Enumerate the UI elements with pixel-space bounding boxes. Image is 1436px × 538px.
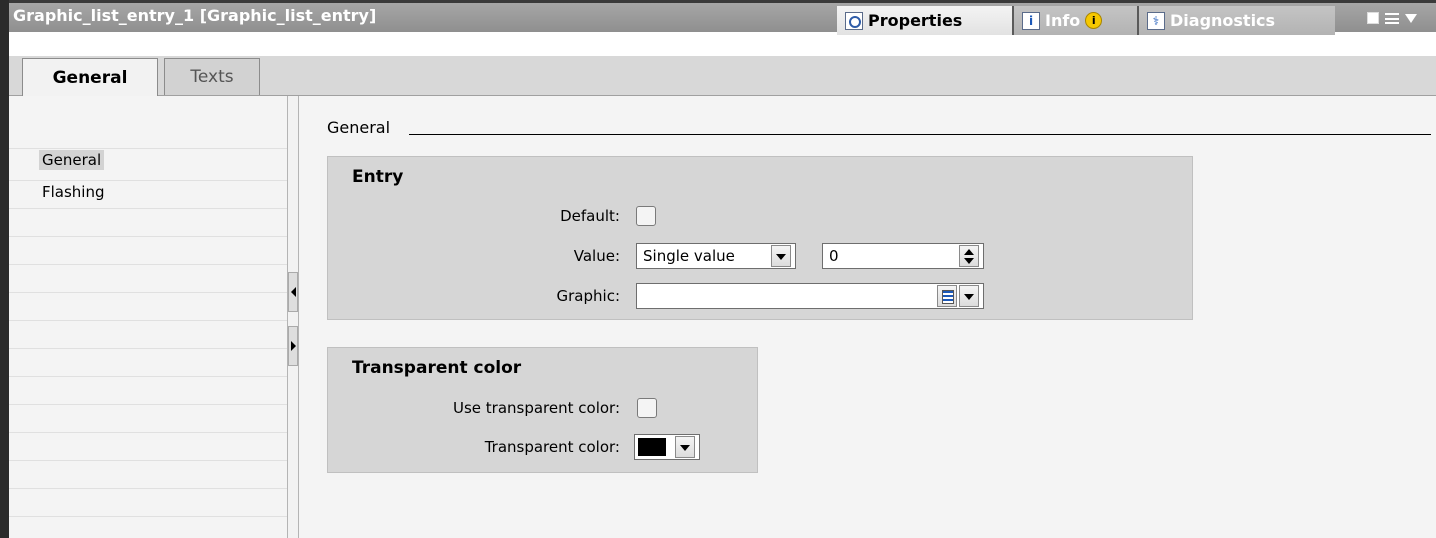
use-transparent-label: Use transparent color: [452, 399, 620, 417]
tab-diagnostics[interactable]: ⚕ Diagnostics [1137, 6, 1335, 35]
subtab-strip: General Texts [9, 56, 1436, 96]
transparent-color-picker[interactable] [634, 434, 700, 460]
tab-diagnostics-label: Diagnostics [1170, 11, 1276, 30]
color-swatch [638, 438, 666, 456]
nav-divider [9, 180, 287, 181]
use-transparent-checkbox[interactable] [637, 398, 657, 418]
nav-divider [9, 208, 287, 209]
nav-divider [9, 432, 287, 433]
splitter[interactable] [287, 96, 299, 538]
value-spinner[interactable] [959, 245, 979, 267]
warning-icon: i [1085, 12, 1103, 29]
collapse-left-button[interactable] [288, 272, 298, 312]
nav-divider [9, 292, 287, 293]
default-checkbox[interactable] [636, 206, 656, 226]
chevron-down-icon[interactable] [675, 436, 695, 458]
value-mode-select[interactable]: Single value [636, 243, 796, 269]
tab-properties-label: Properties [868, 11, 963, 30]
info-icon: i [1022, 11, 1040, 30]
arrow-right-icon [291, 341, 296, 351]
value-input[interactable]: 0 [822, 243, 984, 269]
value-label: Value: [573, 247, 620, 265]
window-controls [1367, 12, 1417, 24]
float-window-icon[interactable] [1367, 12, 1379, 24]
diagnostics-icon: ⚕ [1147, 11, 1165, 30]
arrow-left-icon [291, 287, 296, 297]
entry-group: Entry Default: Value: Single value 0 Gra… [327, 156, 1193, 320]
nav-divider [9, 404, 287, 405]
window-title: Graphic_list_entry_1 [Graphic_list_entry… [13, 6, 377, 25]
entry-group-title: Entry [352, 167, 404, 187]
magnifier-icon [845, 11, 863, 30]
transparent-color-label: Transparent color: [484, 438, 620, 456]
nav-divider [9, 236, 287, 237]
nav-item-general[interactable]: General [39, 150, 105, 170]
nav-divider [9, 348, 287, 349]
section-title: General [327, 118, 401, 137]
value-text: 0 [829, 247, 839, 265]
spin-down-icon [964, 258, 974, 264]
nav-divider [9, 488, 287, 489]
nav-divider [9, 320, 287, 321]
nav-divider [9, 264, 287, 265]
nav-divider [9, 516, 287, 517]
expand-right-button[interactable] [288, 326, 298, 366]
graphic-label: Graphic: [556, 287, 620, 305]
chevron-down-icon[interactable] [771, 245, 791, 267]
nav-divider [9, 148, 287, 149]
graphic-select[interactable] [636, 283, 984, 309]
default-label: Default: [560, 207, 620, 225]
chevron-down-icon[interactable] [959, 285, 979, 307]
nav-divider [9, 376, 287, 377]
subtab-general[interactable]: General [22, 58, 158, 96]
transparent-color-group: Transparent color Use transparent color:… [327, 347, 758, 473]
list-icon[interactable] [937, 285, 957, 307]
spin-up-icon [964, 249, 974, 255]
section-divider [409, 134, 1431, 135]
property-nav: General Flashing [9, 96, 287, 538]
nav-item-flashing[interactable]: Flashing [39, 182, 108, 202]
properties-window: Graphic_list_entry_1 [Graphic_list_entry… [0, 0, 1436, 538]
subtab-texts[interactable]: Texts [164, 58, 260, 95]
tab-info-label: Info [1045, 11, 1081, 30]
transparent-group-title: Transparent color [352, 358, 522, 378]
tab-properties[interactable]: Properties [837, 6, 1012, 35]
property-content: General Entry Default: Value: Single val… [299, 96, 1436, 538]
layout-menu-icon[interactable] [1385, 12, 1399, 24]
tab-info[interactable]: i Info i [1012, 6, 1137, 35]
nav-divider [9, 460, 287, 461]
chevron-down-icon[interactable] [1405, 13, 1417, 23]
value-mode-text: Single value [643, 247, 735, 265]
title-bar: Graphic_list_entry_1 [Graphic_list_entry… [9, 0, 1436, 35]
